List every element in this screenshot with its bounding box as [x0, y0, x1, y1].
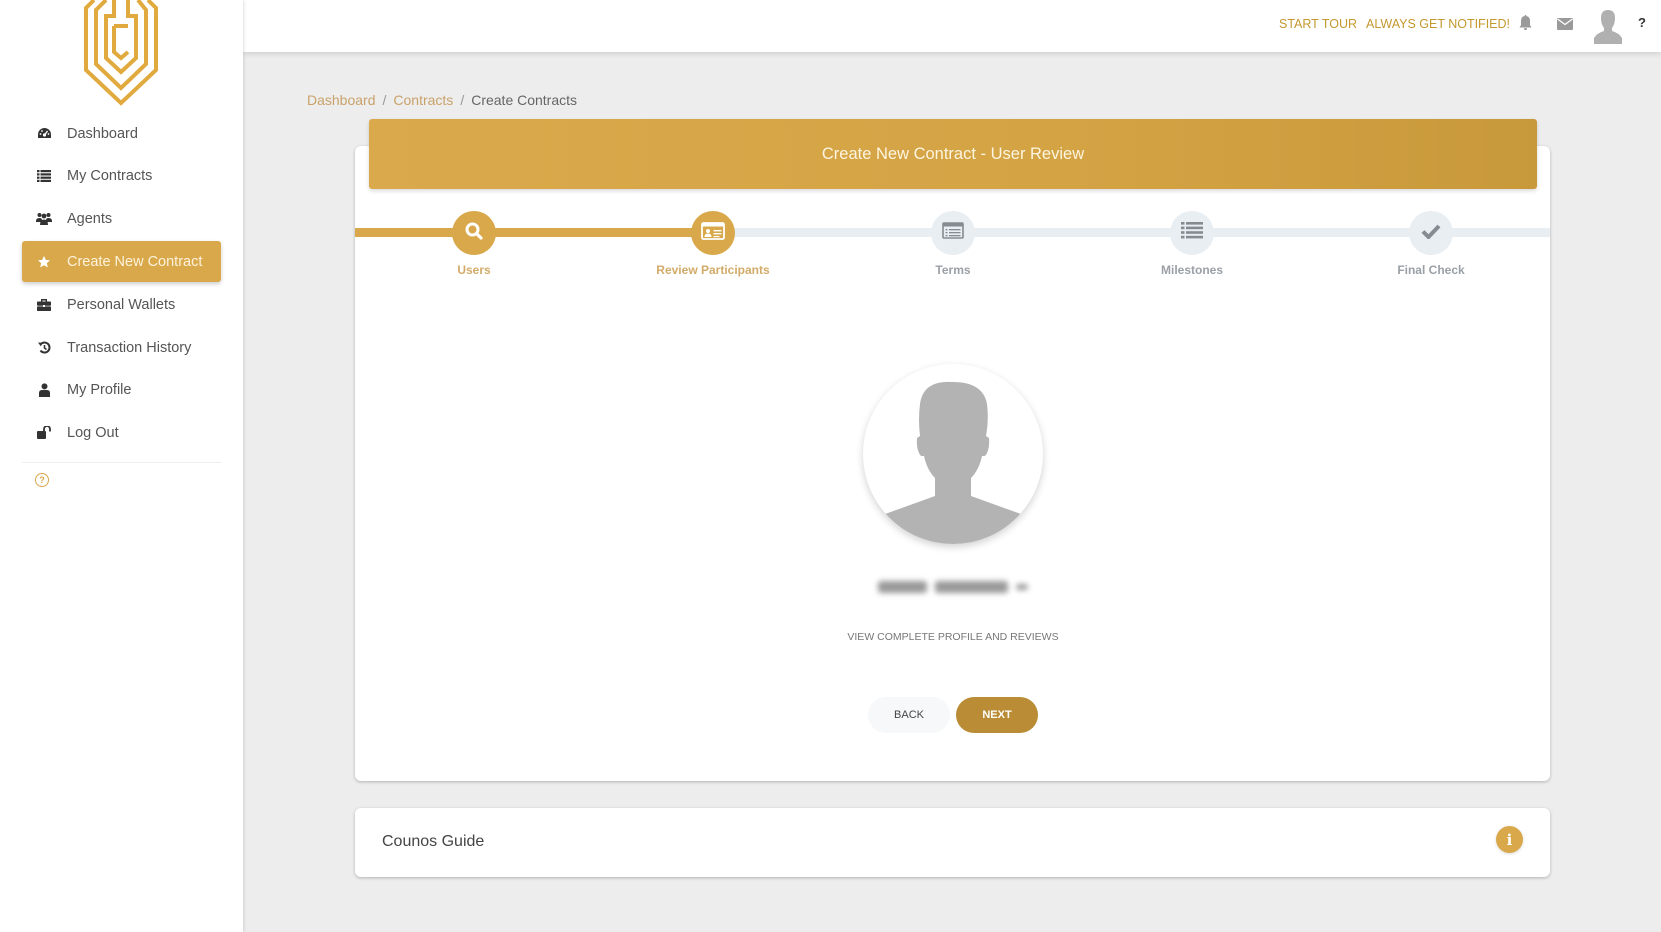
sidebar-item-dashboard[interactable]: Dashboard: [22, 113, 221, 154]
step-label: Terms: [935, 263, 971, 277]
sidebar-item-agents[interactable]: Agents: [22, 198, 221, 239]
step-final-check[interactable]: Final Check: [1351, 211, 1511, 277]
guide-title: Counos Guide: [382, 833, 485, 850]
step-terms[interactable]: Terms: [873, 211, 1033, 277]
step-label: Final Check: [1397, 263, 1465, 277]
redacted-block: [878, 581, 927, 593]
sidebar-item-personal-wallets[interactable]: Personal Wallets: [22, 284, 221, 325]
next-button[interactable]: NEXT: [956, 697, 1038, 733]
users-group-icon: [35, 210, 53, 228]
sidebar-item-label: Transaction History: [67, 339, 192, 356]
form-icon: [942, 222, 964, 244]
step-label: Review Participants: [656, 263, 770, 277]
star-icon: [35, 253, 53, 271]
step-label: Milestones: [1160, 263, 1223, 277]
counos-logo[interactable]: [82, 0, 160, 106]
always-get-notified-link[interactable]: ALWAYS GET NOTIFIED!: [1366, 17, 1510, 31]
breadcrumb-separator: /: [460, 92, 465, 108]
step-users[interactable]: Users: [394, 211, 554, 277]
sidebar-item-create-new-contract[interactable]: Create New Contract: [22, 241, 221, 282]
breadcrumb-separator: /: [382, 92, 387, 108]
history-icon: [35, 339, 53, 357]
sidebar-item-label: Personal Wallets: [67, 296, 176, 313]
sidebar-item-label: My Contracts: [67, 167, 153, 184]
breadcrumb-dashboard[interactable]: Dashboard: [307, 92, 376, 108]
unlock-icon: [35, 424, 53, 442]
sidebar-item-log-out[interactable]: Log Out: [22, 412, 221, 453]
briefcase-icon: [35, 296, 53, 314]
step-milestones[interactable]: Milestones: [1112, 211, 1272, 277]
view-profile-link[interactable]: VIEW COMPLETE PROFILE AND REVIEWS: [753, 631, 1153, 643]
id-card-icon: [701, 221, 725, 245]
sidebar-item-transaction-history[interactable]: Transaction History: [22, 327, 221, 368]
help-circle-icon[interactable]: ?: [35, 473, 49, 487]
search-icon: [464, 221, 484, 246]
user-avatar[interactable]: [1593, 8, 1623, 44]
card-title: Create New Contract - User Review: [821, 144, 1085, 163]
check-icon: [1421, 223, 1441, 244]
sidebar-divider: [22, 462, 221, 463]
step-circle: [452, 211, 496, 255]
help-link[interactable]: ?: [1638, 15, 1646, 30]
sidebar-item-label: Create New Contract: [67, 253, 203, 270]
step-circle: [1409, 211, 1453, 255]
sidebar-item-label: My Profile: [67, 381, 132, 398]
sidebar-item-label: Dashboard: [67, 125, 138, 142]
redacted-block: [934, 581, 1009, 593]
counos-guide-panel[interactable]: Counos Guide i: [355, 808, 1550, 877]
sidebar-item-label: Agents: [67, 210, 113, 227]
step-circle: [931, 211, 975, 255]
participant-name-redacted: [878, 577, 1028, 597]
start-tour-link[interactable]: START TOUR: [1279, 17, 1357, 31]
step-review-participants[interactable]: Review Participants: [633, 211, 793, 277]
breadcrumb-current: Create Contracts: [471, 92, 578, 108]
participant-avatar: [863, 364, 1043, 544]
list-icon: [35, 167, 53, 185]
top-bar: START TOUR ALWAYS GET NOTIFIED! ?: [243, 0, 1661, 52]
breadcrumb-contracts[interactable]: Contracts: [393, 92, 453, 108]
info-icon[interactable]: i: [1496, 826, 1523, 853]
user-icon: [35, 381, 53, 399]
sidebar-item-label: Log Out: [67, 424, 119, 441]
bell-icon[interactable]: [1519, 15, 1532, 36]
dashboard-gauge-icon: [35, 125, 53, 143]
list-icon: [1181, 222, 1203, 244]
sidebar-item-my-profile[interactable]: My Profile: [22, 369, 221, 410]
redacted-block: [1016, 584, 1028, 590]
sidebar-item-my-contracts[interactable]: My Contracts: [22, 155, 221, 196]
back-button[interactable]: BACK: [868, 697, 950, 733]
step-circle: [691, 211, 735, 255]
step-circle: [1170, 211, 1214, 255]
breadcrumb: Dashboard / Contracts / Create Contracts: [307, 92, 577, 108]
mail-icon[interactable]: [1557, 17, 1573, 35]
sidebar: Dashboard My Contracts Agents Create New…: [0, 0, 243, 932]
card-header: Create New Contract - User Review: [369, 119, 1537, 189]
step-label: Users: [457, 263, 491, 277]
